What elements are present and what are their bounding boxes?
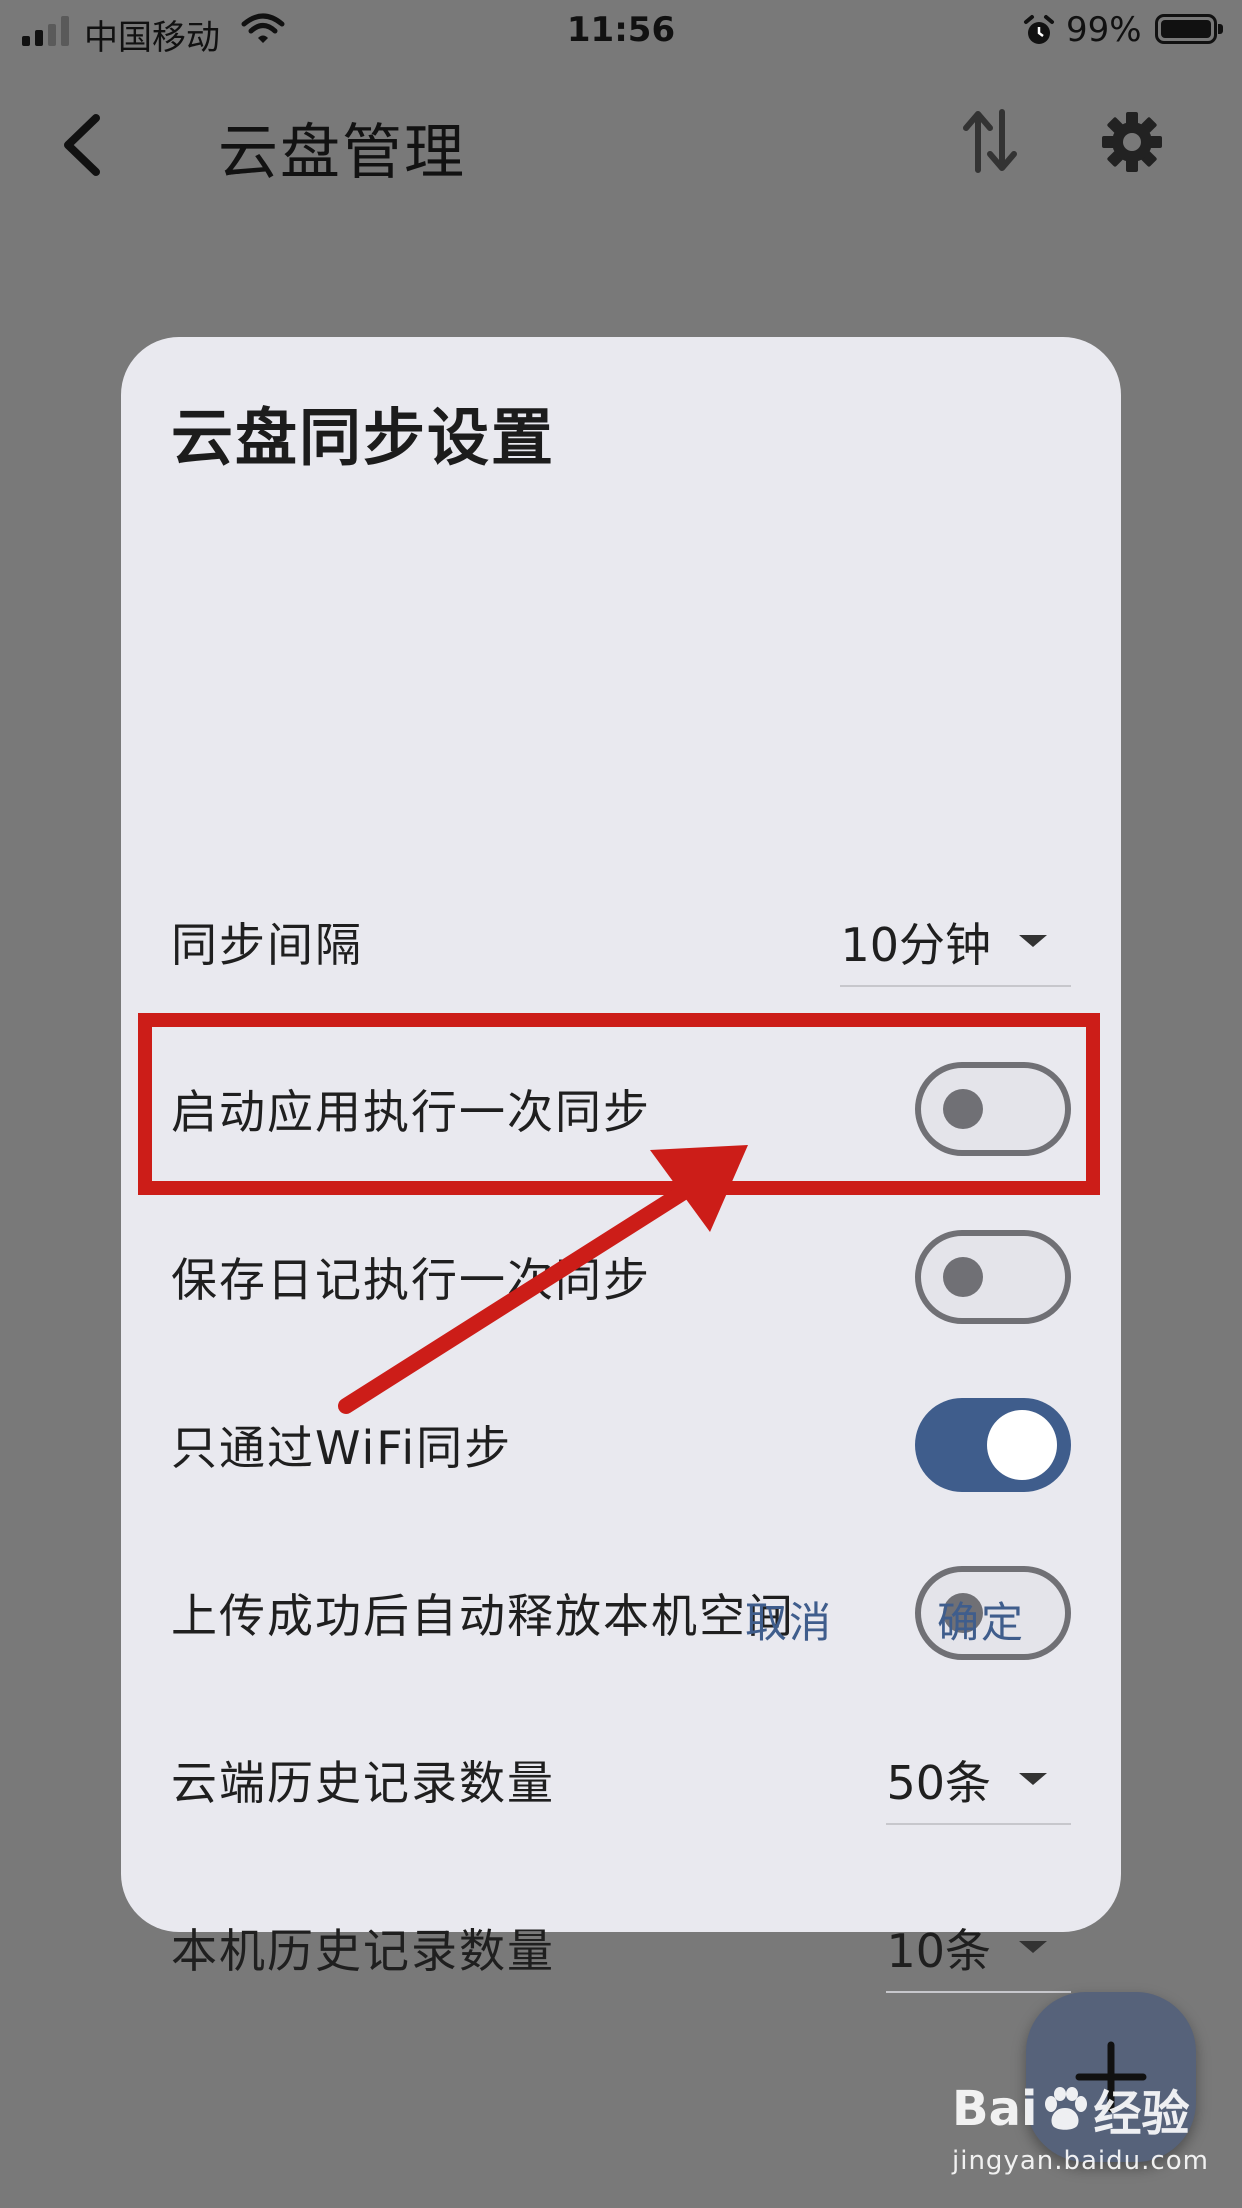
watermark-brand-right: 经验: [1093, 2086, 1190, 2142]
paw-icon: [1045, 2087, 1088, 2130]
watermark-brand: Bai 经验: [952, 2074, 1209, 2144]
annotation-arrow-icon: [338, 1145, 748, 1414]
watermark-url: jingyan.baidu.com: [952, 2146, 1209, 2176]
watermark-brand-left: Bai: [952, 2081, 1038, 2137]
baidu-watermark: Bai 经验 jingyan.baidu.com: [952, 2074, 1209, 2176]
